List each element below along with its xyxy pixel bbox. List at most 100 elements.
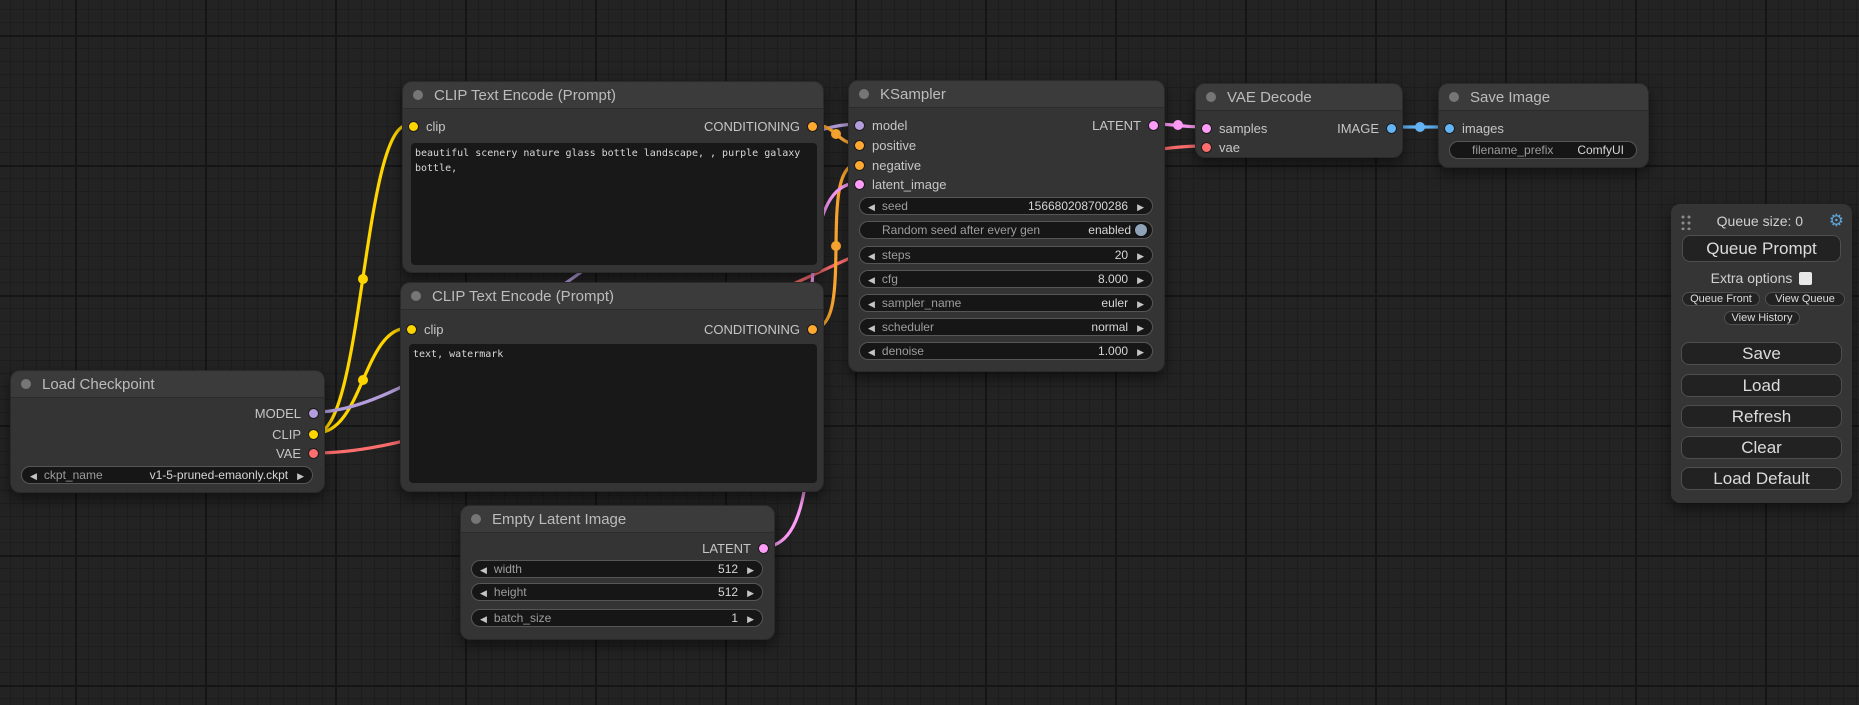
node-status-dot[interactable] bbox=[413, 90, 423, 100]
decrement-arrow-icon[interactable] bbox=[868, 296, 875, 310]
input-slot-samples[interactable]: samples bbox=[1202, 119, 1267, 137]
vae-port-dot[interactable] bbox=[1202, 143, 1211, 152]
refresh-button[interactable]: Refresh bbox=[1681, 405, 1842, 428]
width-widget[interactable]: width 512 bbox=[471, 560, 763, 578]
clip-port-dot[interactable] bbox=[409, 122, 418, 131]
negative-prompt-textarea[interactable]: text, watermark bbox=[409, 344, 817, 483]
input-slot-images[interactable]: images bbox=[1445, 119, 1504, 137]
clip-port-dot[interactable] bbox=[407, 325, 416, 334]
node-graph-canvas[interactable]: Load Checkpoint MODEL CLIP VAE ckpt_name… bbox=[0, 0, 1859, 705]
height-widget[interactable]: height 512 bbox=[471, 583, 763, 601]
decrement-arrow-icon[interactable] bbox=[480, 585, 487, 599]
view-queue-button[interactable]: View Queue bbox=[1765, 292, 1845, 306]
node-status-dot[interactable] bbox=[859, 89, 869, 99]
output-slot-model[interactable]: MODEL bbox=[255, 404, 318, 422]
clear-button[interactable]: Clear bbox=[1681, 436, 1842, 459]
node-status-dot[interactable] bbox=[471, 514, 481, 524]
queue-front-button[interactable]: Queue Front bbox=[1682, 292, 1760, 306]
positive-prompt-textarea[interactable]: beautiful scenery nature glass bottle la… bbox=[411, 143, 817, 265]
scheduler-widget[interactable]: scheduler normal bbox=[859, 318, 1153, 336]
increment-arrow-icon[interactable] bbox=[747, 585, 754, 599]
random-seed-toggle-widget[interactable]: Random seed after every gen enabled bbox=[859, 221, 1153, 239]
latent-port-dot[interactable] bbox=[1202, 124, 1211, 133]
extra-options-checkbox[interactable] bbox=[1799, 272, 1812, 285]
output-slot-conditioning[interactable]: CONDITIONING bbox=[704, 320, 817, 338]
steps-widget[interactable]: steps 20 bbox=[859, 246, 1153, 264]
latent-port-dot[interactable] bbox=[1149, 121, 1158, 130]
model-port-dot[interactable] bbox=[309, 409, 318, 418]
sampler-name-widget[interactable]: sampler_name euler bbox=[859, 294, 1153, 312]
node-status-dot[interactable] bbox=[1449, 92, 1459, 102]
input-slot-positive[interactable]: positive bbox=[855, 136, 916, 154]
settings-gear-icon[interactable] bbox=[1829, 212, 1844, 231]
node-header[interactable]: KSampler bbox=[849, 81, 1164, 108]
node-ksampler[interactable]: KSampler model positive negative latent_… bbox=[848, 80, 1165, 372]
conditioning-port-dot[interactable] bbox=[808, 325, 817, 334]
node-clip-text-encode-positive[interactable]: CLIP Text Encode (Prompt) clip CONDITION… bbox=[402, 81, 824, 273]
batch-size-widget[interactable]: batch_size 1 bbox=[471, 609, 763, 627]
output-slot-conditioning[interactable]: CONDITIONING bbox=[704, 117, 817, 135]
vae-port-dot[interactable] bbox=[309, 449, 318, 458]
input-slot-latent-image[interactable]: latent_image bbox=[855, 175, 946, 193]
node-header[interactable]: CLIP Text Encode (Prompt) bbox=[403, 82, 823, 109]
decrement-arrow-icon[interactable] bbox=[868, 199, 875, 213]
queue-menu-panel[interactable]: Queue size: 0 Queue Prompt Extra options… bbox=[1671, 204, 1852, 503]
decrement-arrow-icon[interactable] bbox=[868, 248, 875, 262]
increment-arrow-icon[interactable] bbox=[747, 562, 754, 576]
input-slot-negative[interactable]: negative bbox=[855, 156, 921, 174]
panel-drag-handle-icon[interactable] bbox=[1679, 213, 1691, 230]
save-button[interactable]: Save bbox=[1681, 342, 1842, 365]
seed-widget[interactable]: seed 156680208700286 bbox=[859, 197, 1153, 215]
decrement-arrow-icon[interactable] bbox=[868, 344, 875, 358]
increment-arrow-icon[interactable] bbox=[1137, 320, 1144, 334]
decrement-arrow-icon[interactable] bbox=[480, 611, 487, 625]
node-clip-text-encode-negative[interactable]: CLIP Text Encode (Prompt) clip CONDITION… bbox=[400, 282, 824, 492]
node-header[interactable]: Save Image bbox=[1439, 84, 1648, 111]
image-port-dot[interactable] bbox=[1445, 124, 1454, 133]
decrement-arrow-icon[interactable] bbox=[480, 562, 487, 576]
decrement-arrow-icon[interactable] bbox=[30, 468, 37, 482]
output-slot-latent[interactable]: LATENT bbox=[702, 539, 768, 557]
node-load-checkpoint[interactable]: Load Checkpoint MODEL CLIP VAE ckpt_name… bbox=[10, 370, 325, 493]
queue-prompt-button[interactable]: Queue Prompt bbox=[1682, 235, 1841, 262]
node-header[interactable]: Empty Latent Image bbox=[461, 506, 774, 533]
increment-arrow-icon[interactable] bbox=[1137, 248, 1144, 262]
latent-port-dot[interactable] bbox=[855, 180, 864, 189]
node-status-dot[interactable] bbox=[411, 291, 421, 301]
increment-arrow-icon[interactable] bbox=[1137, 344, 1144, 358]
increment-arrow-icon[interactable] bbox=[747, 611, 754, 625]
denoise-widget[interactable]: denoise 1.000 bbox=[859, 342, 1153, 360]
latent-port-dot[interactable] bbox=[759, 544, 768, 553]
node-status-dot[interactable] bbox=[1206, 92, 1216, 102]
cfg-widget[interactable]: cfg 8.000 bbox=[859, 270, 1153, 288]
load-default-button[interactable]: Load Default bbox=[1681, 467, 1842, 490]
input-slot-clip[interactable]: clip bbox=[407, 320, 444, 338]
filename-prefix-widget[interactable]: filename_prefix ComfyUI bbox=[1449, 141, 1637, 159]
toggle-on-dot[interactable] bbox=[1135, 224, 1147, 236]
increment-arrow-icon[interactable] bbox=[1137, 272, 1144, 286]
conditioning-port-dot[interactable] bbox=[808, 122, 817, 131]
conditioning-port-dot[interactable] bbox=[855, 161, 864, 170]
node-empty-latent-image[interactable]: Empty Latent Image LATENT width 512 heig… bbox=[460, 505, 775, 640]
node-header[interactable]: VAE Decode bbox=[1196, 84, 1402, 111]
node-status-dot[interactable] bbox=[21, 379, 31, 389]
input-slot-model[interactable]: model bbox=[855, 116, 907, 134]
load-button[interactable]: Load bbox=[1681, 374, 1842, 397]
output-slot-latent[interactable]: LATENT bbox=[1092, 116, 1158, 134]
node-vae-decode[interactable]: VAE Decode samples vae IMAGE bbox=[1195, 83, 1403, 158]
output-slot-clip[interactable]: CLIP bbox=[272, 425, 318, 443]
ckpt-name-widget[interactable]: ckpt_name v1-5-pruned-emaonly.ckpt bbox=[21, 466, 313, 484]
node-header[interactable]: CLIP Text Encode (Prompt) bbox=[401, 283, 823, 310]
decrement-arrow-icon[interactable] bbox=[868, 272, 875, 286]
view-history-button[interactable]: View History bbox=[1724, 311, 1800, 325]
input-slot-vae[interactable]: vae bbox=[1202, 138, 1240, 156]
increment-arrow-icon[interactable] bbox=[1137, 199, 1144, 213]
conditioning-port-dot[interactable] bbox=[855, 141, 864, 150]
output-slot-vae[interactable]: VAE bbox=[276, 444, 318, 462]
output-slot-image[interactable]: IMAGE bbox=[1337, 119, 1396, 137]
decrement-arrow-icon[interactable] bbox=[868, 320, 875, 334]
input-slot-clip[interactable]: clip bbox=[409, 117, 446, 135]
image-port-dot[interactable] bbox=[1387, 124, 1396, 133]
node-save-image[interactable]: Save Image images filename_prefix ComfyU… bbox=[1438, 83, 1649, 168]
model-port-dot[interactable] bbox=[855, 121, 864, 130]
